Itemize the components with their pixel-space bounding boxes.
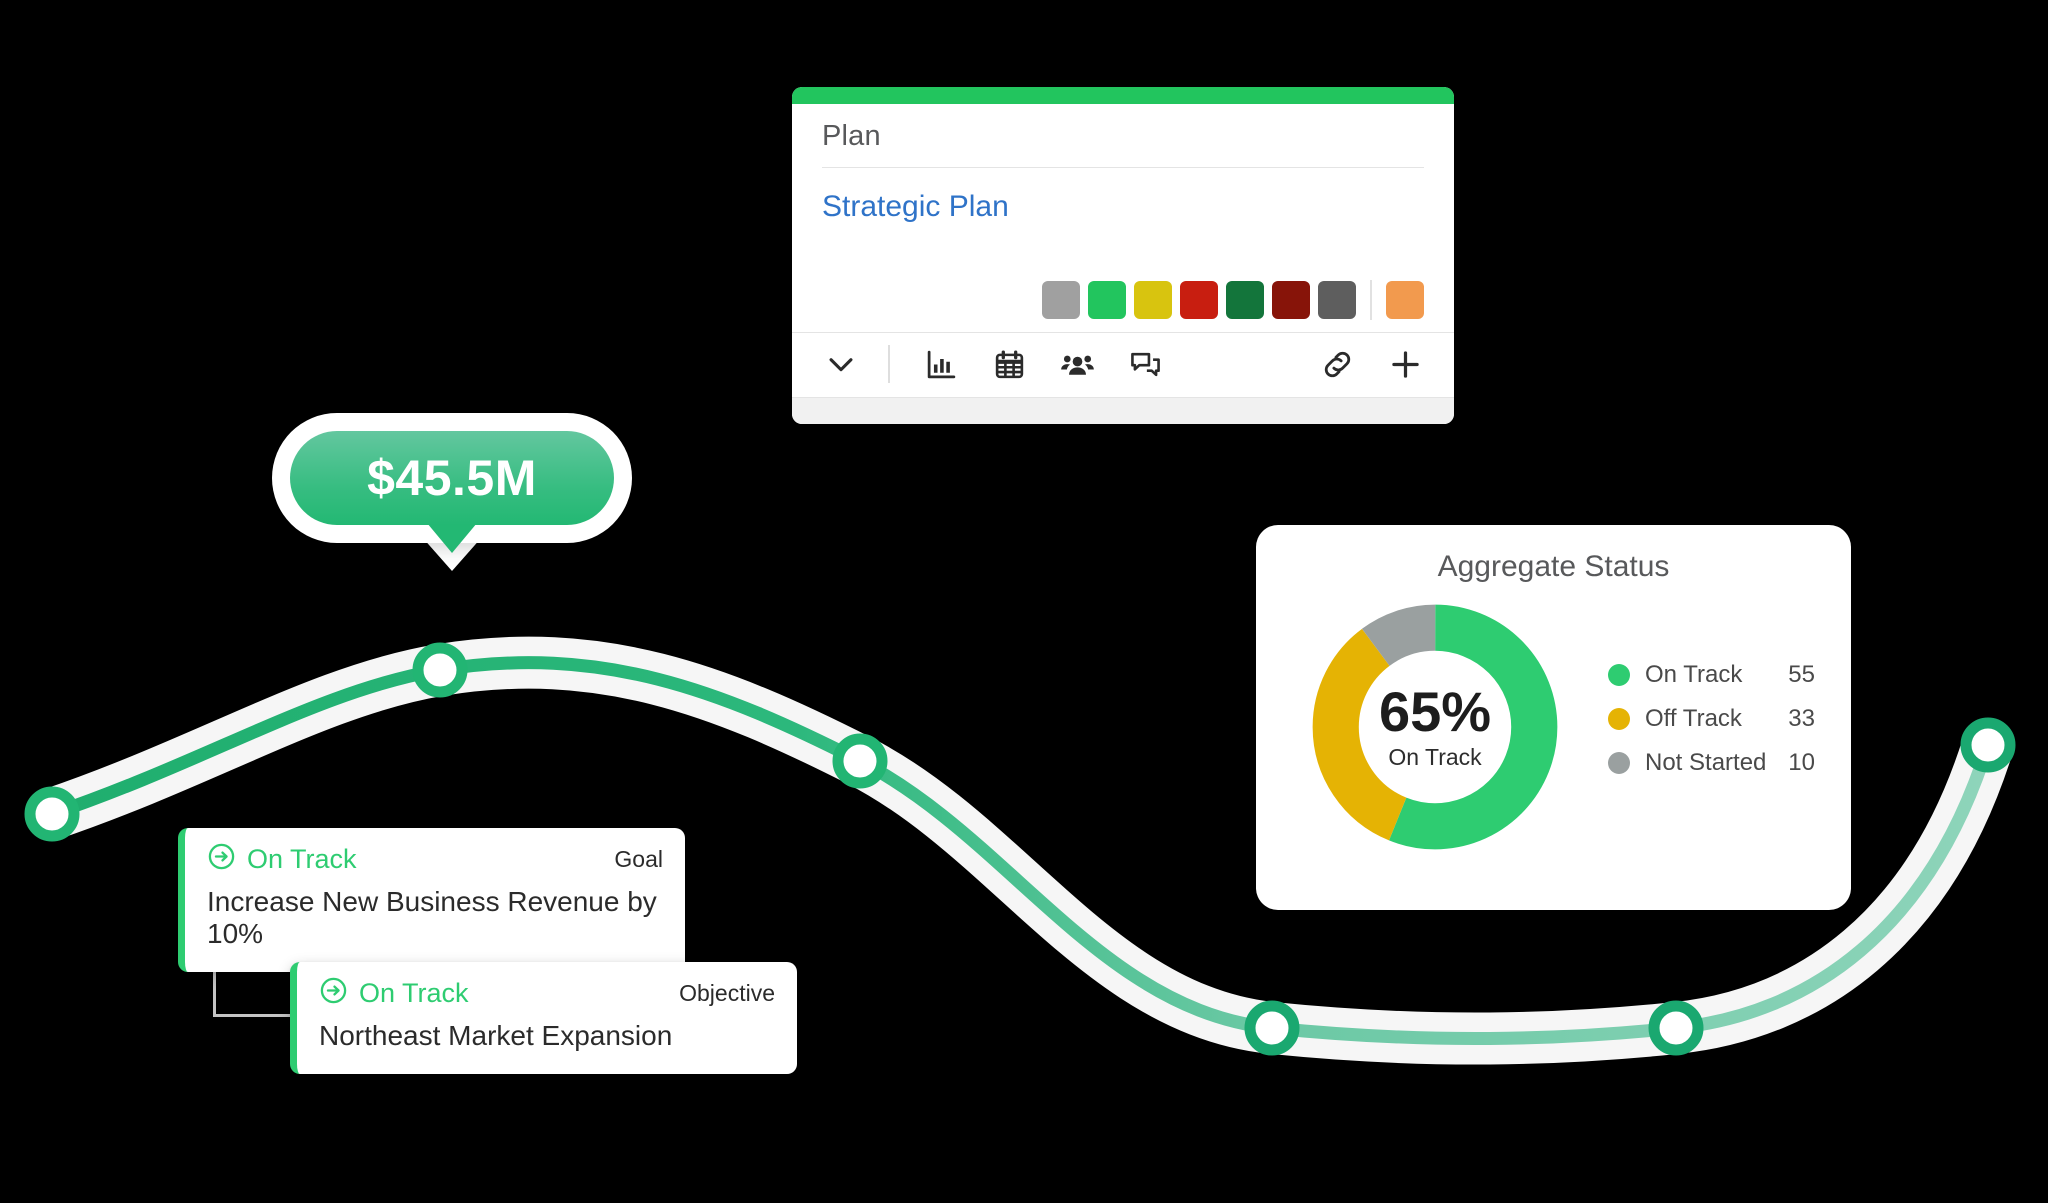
plan-card-label: Plan: [822, 104, 1424, 168]
objective-status-text: On Track: [359, 977, 469, 1008]
calendar-icon[interactable]: [988, 343, 1030, 385]
legend-color-dot: [1608, 664, 1630, 686]
aggregate-status-title: Aggregate Status: [1437, 550, 1670, 583]
swatch-green[interactable]: [1088, 281, 1126, 319]
swatch-divider: [1370, 280, 1372, 320]
legend-label: On Track: [1645, 661, 1743, 688]
objective-card-header: On Track Objective: [297, 962, 797, 1010]
toolbar-divider: [888, 345, 890, 383]
goal-type-label: Goal: [614, 845, 663, 872]
plan-card-footer: [792, 397, 1454, 424]
curve-node[interactable]: [1244, 1000, 1300, 1056]
curve-node[interactable]: [832, 733, 888, 789]
arrow-circle-icon: [207, 842, 236, 876]
plan-card[interactable]: Plan Strategic Plan: [792, 87, 1454, 424]
curve-node[interactable]: [1960, 717, 2016, 773]
legend-label: Off Track: [1645, 705, 1742, 732]
aggregate-status-card[interactable]: Aggregate Status 65% On Track On Track 55…: [1256, 525, 1851, 910]
donut-slice[interactable]: [1312, 604, 1558, 850]
legend-row[interactable]: Off Track 33: [1608, 705, 1815, 733]
tooltip-body: $45.5M: [290, 431, 614, 525]
swatch-maroon[interactable]: [1272, 281, 1310, 319]
legend-color-dot: [1608, 752, 1630, 774]
curve-node[interactable]: [24, 786, 80, 842]
bar-chart-icon[interactable]: [920, 343, 962, 385]
comment-icon[interactable]: [1124, 343, 1166, 385]
legend-color-dot: [1608, 708, 1630, 730]
objective-card[interactable]: On Track Objective Northeast Market Expa…: [290, 962, 797, 1074]
curve-node[interactable]: [412, 642, 468, 698]
legend-row[interactable]: On Track 55: [1608, 661, 1815, 689]
status-swatch-row: [792, 224, 1454, 332]
objective-type-label: Objective: [679, 979, 775, 1006]
goal-status-text: On Track: [247, 843, 357, 874]
aggregate-status-body: 65% On Track On Track 55 Off Track 33 Not St…: [1256, 584, 1851, 858]
swatch-dark-green[interactable]: [1226, 281, 1264, 319]
tooltip-value: $45.5M: [367, 450, 537, 506]
goal-status-badge: On Track: [207, 842, 357, 876]
swatch-red[interactable]: [1180, 281, 1218, 319]
link-icon[interactable]: [1316, 343, 1358, 385]
swatch-dark-gray[interactable]: [1318, 281, 1356, 319]
curve-node[interactable]: [1648, 1000, 1704, 1056]
plan-toolbar: [792, 332, 1454, 397]
legend-value: 10: [1788, 749, 1815, 776]
legend-value: 55: [1788, 661, 1815, 688]
hero-illustration: Plan Strategic Plan $45.5M On Track Goal…: [0, 0, 2048, 1203]
arrow-circle-icon: [319, 976, 348, 1010]
legend-value: 33: [1788, 705, 1815, 732]
goal-title: Increase New Business Revenue by 10%: [207, 886, 657, 949]
tooltip-tail: [427, 523, 477, 553]
plan-accent-bar: [792, 87, 1454, 104]
goal-card-header: On Track Goal: [185, 828, 685, 876]
objective-title: Northeast Market Expansion: [319, 1020, 673, 1051]
value-tooltip: $45.5M: [272, 413, 632, 573]
status-donut-chart: 65% On Track: [1304, 596, 1566, 858]
donut-svg: [1312, 604, 1558, 850]
legend-row[interactable]: Not Started 10: [1608, 749, 1815, 777]
people-icon[interactable]: [1056, 343, 1098, 385]
swatch-gray[interactable]: [1042, 281, 1080, 319]
swatch-yellow[interactable]: [1134, 281, 1172, 319]
strategic-plan-link[interactable]: Strategic Plan: [822, 168, 1424, 224]
swatch-orange[interactable]: [1386, 281, 1424, 319]
objective-status-badge: On Track: [319, 976, 469, 1010]
legend-label: Not Started: [1645, 749, 1767, 776]
chevron-down-icon[interactable]: [820, 343, 862, 385]
plus-icon[interactable]: [1384, 343, 1426, 385]
goal-card[interactable]: On Track Goal Increase New Business Reve…: [178, 828, 685, 972]
donut-legend: On Track 55 Off Track 33 Not Started 10: [1608, 661, 1851, 793]
